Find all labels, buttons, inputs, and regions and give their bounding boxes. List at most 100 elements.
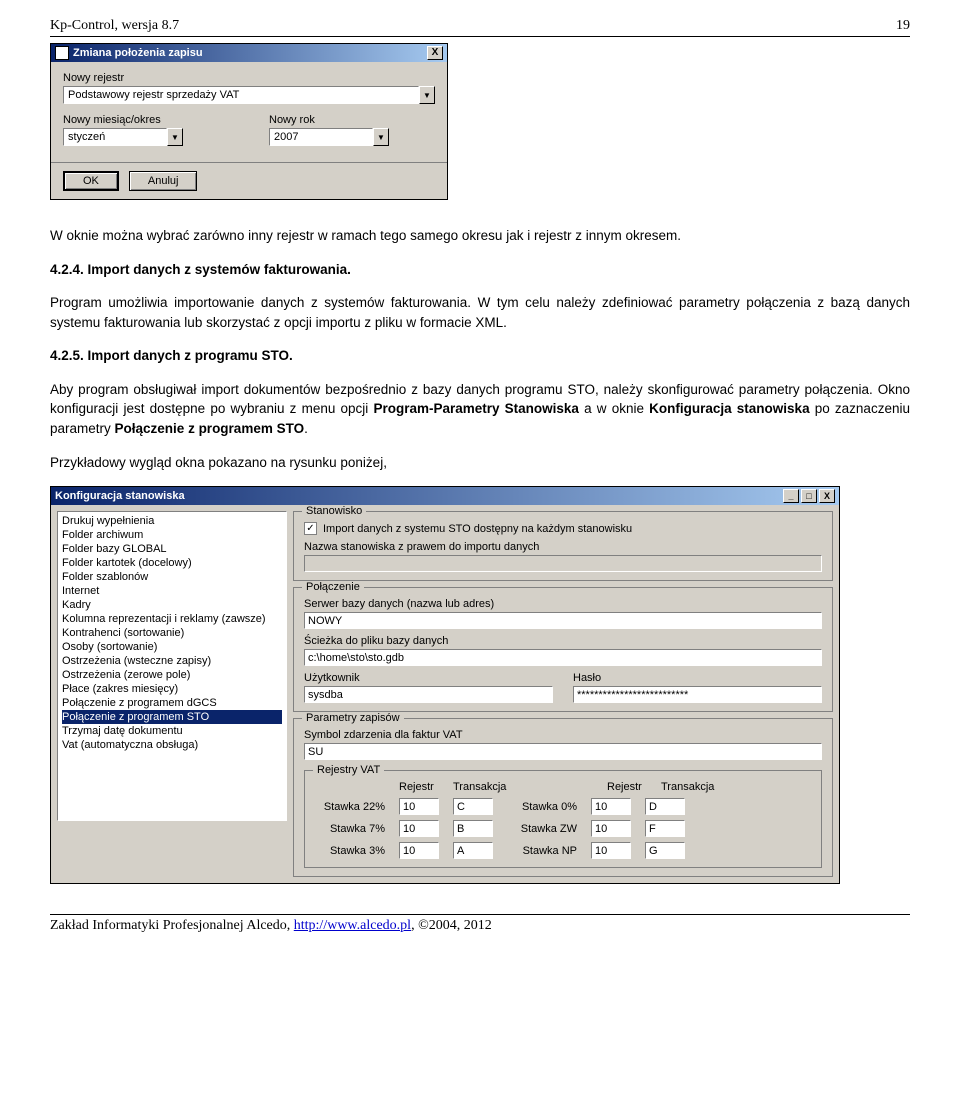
input-registry[interactable] [63,86,419,104]
list-item[interactable]: Płace (zakres miesięcy) [62,682,282,696]
paragraph: Przykładowy wygląd okna pokazano na rysu… [50,453,910,473]
list-item[interactable]: Kolumna reprezentacji i reklamy (zawsze) [62,612,282,626]
group-stanowisko: Stanowisko ✓ Import danych z systemu STO… [293,511,833,581]
combo-month[interactable]: ▼ [63,128,183,146]
titlebar[interactable]: Konfiguracja stanowiska _ □ X [51,487,839,505]
list-item[interactable]: Vat (automatyczna obsługa) [62,738,282,752]
rate-label: Stawka 0% [507,801,577,813]
dialog-config: Konfiguracja stanowiska _ □ X Drukuj wyp… [50,486,840,884]
dialog-change-position: Zmiana położenia zapisu X Nowy rejestr ▼… [50,43,448,200]
doc-title: Kp-Control, wersja 8.7 [50,18,179,34]
input-user[interactable] [304,686,553,703]
group-legend: Parametry zapisów [302,712,404,724]
minimize-icon[interactable]: _ [783,489,799,503]
col-header: Transakcja [453,781,523,793]
ok-button[interactable]: OK [63,171,119,191]
label-station-name: Nazwa stanowiska z prawem do importu dan… [304,541,822,553]
vat-row: Stawka 22% Stawka 0% [315,798,811,815]
checkbox-icon[interactable]: ✓ [304,522,317,535]
list-item[interactable]: Folder kartotek (docelowy) [62,556,282,570]
page-header: Kp-Control, wersja 8.7 19 [50,18,910,37]
window-icon [55,46,69,60]
list-item[interactable]: Osoby (sortowanie) [62,640,282,654]
input-registry[interactable] [399,798,439,815]
list-item[interactable]: Kontrahenci (sortowanie) [62,626,282,640]
cancel-button[interactable]: Anuluj [129,171,198,191]
paragraph: Program umożliwia importowanie danych z … [50,293,910,332]
checkbox-label: Import danych z systemu STO dostępny na … [323,523,632,535]
heading-425: 4.2.5. Import danych z programu STO. [50,346,910,366]
group-legend: Stanowisko [302,505,366,517]
input-registry[interactable] [399,820,439,837]
page-footer: Zakład Informatyki Profesjonalnej Alcedo… [50,914,910,934]
footer-text: , ©2004, 2012 [411,918,492,933]
input-registry[interactable] [591,820,631,837]
close-icon[interactable]: X [819,489,835,503]
label-registry: Nowy rejestr [63,72,435,84]
paragraph: W oknie można wybrać zarówno inny rejest… [50,226,910,246]
close-icon[interactable]: X [427,46,443,60]
chevron-down-icon[interactable]: ▼ [419,86,435,104]
list-item[interactable]: Folder szablonów [62,570,282,584]
list-item[interactable]: Folder bazy GLOBAL [62,542,282,556]
page-number: 19 [896,18,910,34]
input-transaction[interactable] [645,842,685,859]
list-item[interactable]: Ostrzeżenia (zerowe pole) [62,668,282,682]
input-transaction[interactable] [645,798,685,815]
list-item[interactable]: Ostrzeżenia (wsteczne zapisy) [62,654,282,668]
footer-link[interactable]: http://www.alcedo.pl [294,918,411,933]
label-symbol: Symbol zdarzenia dla faktur VAT [304,729,822,741]
list-item[interactable]: Folder archiwum [62,528,282,542]
label-month: Nowy miesiąc/okres [63,114,229,126]
input-symbol[interactable] [304,743,822,760]
list-item[interactable]: Trzymaj datę dokumentu [62,724,282,738]
maximize-icon[interactable]: □ [801,489,817,503]
chevron-down-icon[interactable]: ▼ [167,128,183,146]
checkbox-import-all[interactable]: ✓ Import danych z systemu STO dostępny n… [304,522,822,535]
input-server[interactable] [304,612,822,629]
label-user: Użytkownik [304,672,553,684]
list-item[interactable]: Drukuj wypełnienia [62,514,282,528]
col-header: Rejestr [399,781,439,793]
list-item[interactable]: Kadry [62,598,282,612]
label-server: Serwer bazy danych (nazwa lub adres) [304,598,822,610]
input-path[interactable] [304,649,822,666]
group-vat: Rejestry VAT Rejestr Transakcja Rejestr … [304,770,822,868]
input-registry[interactable] [399,842,439,859]
rate-label: Stawka 22% [315,801,385,813]
input-year[interactable] [269,128,373,146]
document-body: W oknie można wybrać zarówno inny rejest… [50,226,910,472]
rate-label: Stawka ZW [507,823,577,835]
input-month[interactable] [63,128,167,146]
input-registry[interactable] [591,842,631,859]
label-password: Hasło [573,672,822,684]
col-header: Transakcja [661,781,731,793]
list-item[interactable]: Połączenie z programem STO [62,710,282,724]
input-transaction[interactable] [453,842,493,859]
input-transaction[interactable] [453,798,493,815]
chevron-down-icon[interactable]: ▼ [373,128,389,146]
rate-label: Stawka 3% [315,845,385,857]
combo-registry[interactable]: ▼ [63,86,435,104]
input-transaction[interactable] [453,820,493,837]
footer-text: Zakład Informatyki Profesjonalnej Alcedo… [50,918,294,933]
col-header: Rejestr [607,781,647,793]
group-params: Parametry zapisów Symbol zdarzenia dla f… [293,718,833,877]
label-year: Nowy rok [269,114,435,126]
titlebar[interactable]: Zmiana położenia zapisu X [51,44,447,62]
vat-row: Stawka 3% Stawka NP [315,842,811,859]
combo-year[interactable]: ▼ [269,128,389,146]
input-station-name[interactable] [304,555,822,572]
input-transaction[interactable] [645,820,685,837]
settings-list[interactable]: Drukuj wypełnieniaFolder archiwumFolder … [57,511,287,821]
label-path: Ścieżka do pliku bazy danych [304,635,822,647]
rate-label: Stawka NP [507,845,577,857]
input-password[interactable] [573,686,822,703]
window-title: Konfiguracja stanowiska [55,490,185,502]
list-item[interactable]: Internet [62,584,282,598]
group-connection: Połączenie Serwer bazy danych (nazwa lub… [293,587,833,712]
list-item[interactable]: Połączenie z programem dGCS [62,696,282,710]
input-registry[interactable] [591,798,631,815]
window-title: Zmiana położenia zapisu [73,47,203,59]
group-legend: Połączenie [302,581,364,593]
